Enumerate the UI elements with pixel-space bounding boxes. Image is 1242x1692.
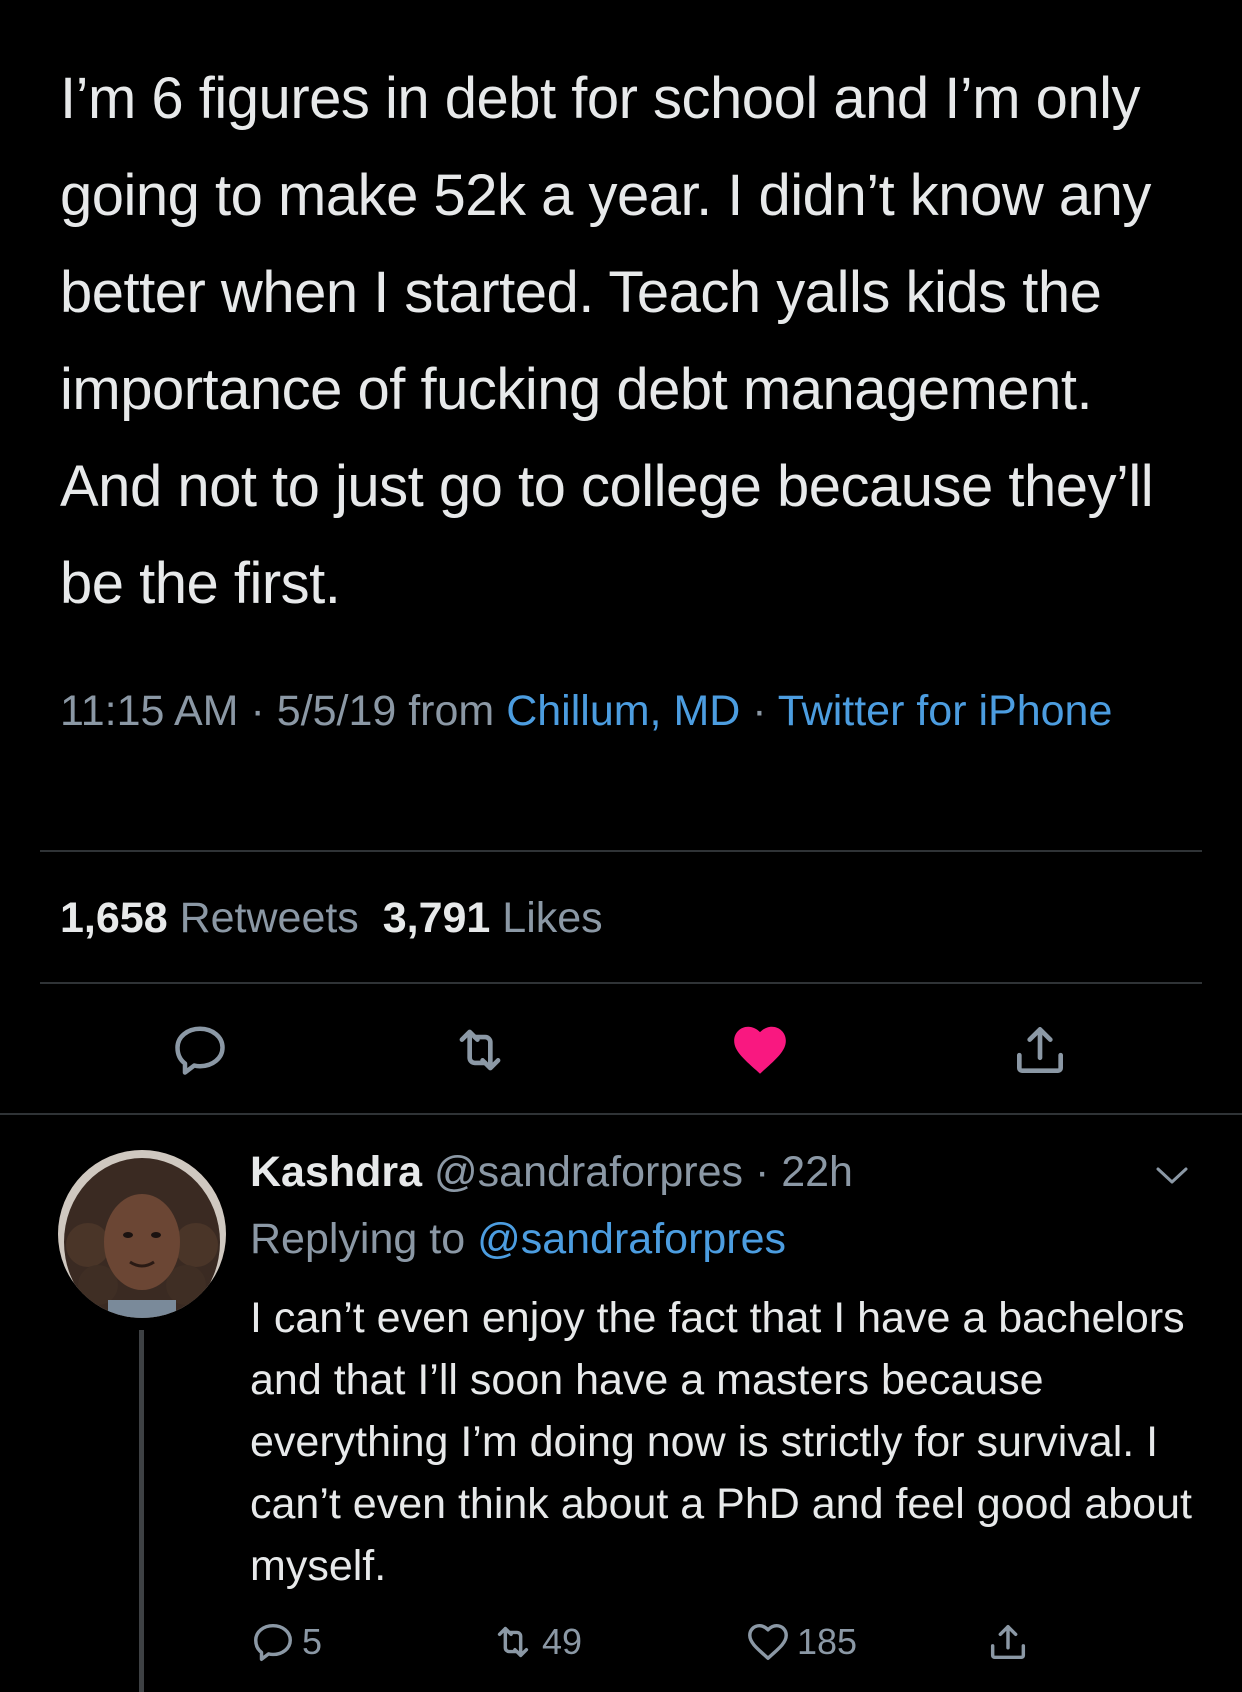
source-link[interactable]: Twitter for iPhone bbox=[778, 687, 1113, 735]
likes-count: 3,791 bbox=[382, 894, 491, 942]
reply-reply-button[interactable]: 5 bbox=[250, 1612, 322, 1672]
retweet-icon bbox=[459, 1029, 501, 1071]
reply-count: 5 bbox=[302, 1621, 323, 1662]
meta-separator: · bbox=[238, 687, 277, 735]
tweet-time: 11:15 AM bbox=[60, 687, 239, 735]
retweets-stat[interactable]: 1,658 Retweets bbox=[60, 894, 359, 942]
divider-bottom bbox=[0, 1113, 1242, 1115]
like-button[interactable] bbox=[725, 1015, 795, 1085]
retweet-count: 49 bbox=[542, 1621, 583, 1662]
reply-text: I can’t even enjoy the fact that I have … bbox=[250, 1294, 1192, 1590]
share-icon bbox=[990, 1624, 1026, 1660]
replying-to-handle[interactable]: @sandraforpres bbox=[477, 1215, 786, 1263]
reply-separator: · bbox=[743, 1148, 782, 1196]
reply-author-handle[interactable]: @sandraforpres bbox=[434, 1148, 743, 1196]
reply-icon bbox=[175, 1026, 225, 1075]
reply-icon bbox=[254, 1623, 292, 1661]
replying-prefix: Replying to bbox=[250, 1215, 478, 1263]
reply-retweet-button[interactable]: 49 bbox=[490, 1612, 582, 1672]
reply-time: 22h bbox=[781, 1148, 853, 1196]
tweet-date: 5/5/19 bbox=[276, 687, 397, 735]
tweet-meta: 11:15 AM · 5/5/19 from Chillum, MD · Twi… bbox=[60, 680, 1180, 742]
reply-like-button[interactable]: 185 bbox=[745, 1612, 857, 1672]
reply-share-button[interactable] bbox=[985, 1612, 1037, 1672]
share-icon bbox=[1017, 1027, 1063, 1073]
meta-separator-2: · bbox=[740, 687, 778, 735]
reply-actions: 5 49 185 bbox=[0, 1612, 1242, 1672]
tweet-stats: 1,658 Retweets 3,791 Likes bbox=[60, 888, 603, 948]
retweets-count: 1,658 bbox=[60, 894, 168, 942]
likes-label: Likes bbox=[502, 894, 603, 942]
retweet-button[interactable] bbox=[445, 1015, 515, 1085]
likes-stat[interactable]: 3,791 Likes bbox=[383, 894, 603, 942]
divider-top bbox=[40, 850, 1202, 852]
tweet-actions bbox=[0, 1015, 1242, 1085]
reply-header: Kashdra @sandraforpres · 22h bbox=[250, 1143, 853, 1201]
retweets-label: Retweets bbox=[179, 894, 359, 942]
reply-button[interactable] bbox=[165, 1015, 235, 1085]
location-link[interactable]: Chillum, MD bbox=[506, 687, 740, 735]
replying-to: Replying to @sandraforpres bbox=[250, 1210, 786, 1268]
avatar[interactable] bbox=[58, 1150, 226, 1318]
from-label: from bbox=[396, 687, 507, 735]
heart-icon bbox=[734, 1026, 786, 1074]
retweet-icon bbox=[497, 1626, 529, 1658]
share-button[interactable] bbox=[1005, 1015, 1075, 1085]
avatar-image bbox=[58, 1150, 226, 1318]
main-tweet-text: I’m 6 figures in debt for school and I’m… bbox=[60, 66, 1154, 616]
like-count: 185 bbox=[797, 1621, 858, 1662]
divider-middle bbox=[40, 982, 1202, 984]
heart-outline-icon bbox=[748, 1623, 788, 1661]
chevron-down-icon[interactable] bbox=[1152, 1160, 1192, 1190]
reply-author-name[interactable]: Kashdra bbox=[250, 1148, 422, 1196]
